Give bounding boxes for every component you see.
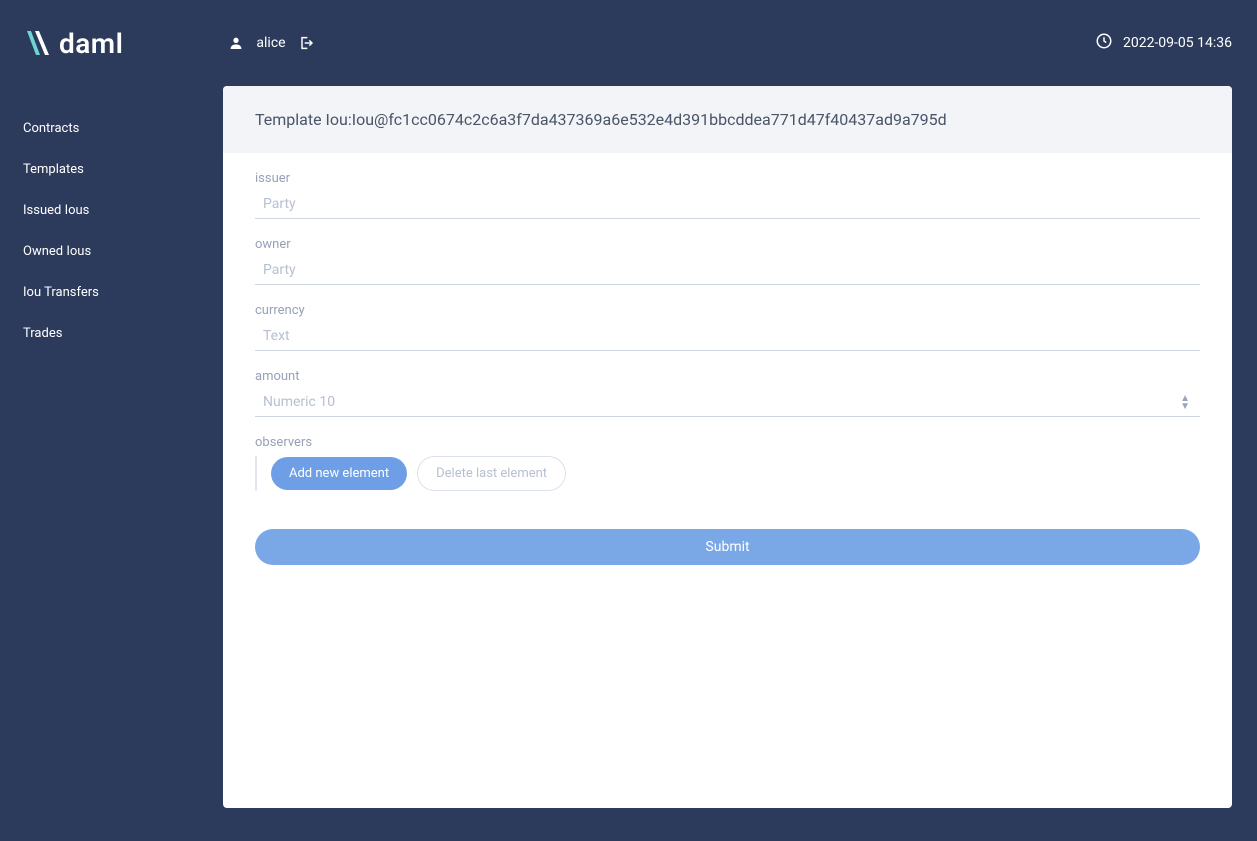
- sidebar-item-label: Iou Transfers: [23, 285, 99, 300]
- sidebar: Contracts Templates Issued Ious Owned Io…: [0, 86, 223, 841]
- owner-input[interactable]: [255, 256, 1200, 285]
- sidebar-item-label: Templates: [23, 162, 84, 177]
- field-label-amount: amount: [255, 369, 1200, 384]
- logo-icon: [25, 29, 49, 57]
- add-element-button[interactable]: Add new element: [271, 457, 407, 490]
- user-area: alice: [228, 35, 313, 51]
- field-amount: amount ▲ ▼: [255, 369, 1200, 417]
- field-observers: observers Add new element Delete last el…: [255, 435, 1200, 491]
- field-label-currency: currency: [255, 303, 1200, 318]
- sidebar-item-label: Issued Ious: [23, 203, 89, 218]
- sidebar-item-owned-ious[interactable]: Owned Ious: [0, 231, 223, 272]
- template-form: issuer owner currency amount: [223, 153, 1232, 583]
- currency-input[interactable]: [255, 322, 1200, 351]
- username-label: alice: [256, 35, 285, 51]
- amount-spinner[interactable]: ▲ ▼: [1180, 395, 1190, 411]
- clock-icon: [1095, 32, 1113, 54]
- field-label-issuer: issuer: [255, 171, 1200, 186]
- field-currency: currency: [255, 303, 1200, 351]
- sidebar-item-label: Trades: [23, 326, 62, 341]
- sidebar-item-templates[interactable]: Templates: [0, 149, 223, 190]
- panel-title: Template Iou:Iou@fc1cc0674c2c6a3f7da4373…: [223, 86, 1232, 153]
- observers-actions: Add new element Delete last element: [255, 456, 1200, 491]
- logout-icon[interactable]: [298, 35, 314, 51]
- delete-element-button[interactable]: Delete last element: [417, 456, 566, 491]
- sidebar-item-issued-ious[interactable]: Issued Ious: [0, 190, 223, 231]
- chevron-down-icon[interactable]: ▼: [1180, 403, 1190, 411]
- timestamp-label: 2022-09-05 14:36: [1123, 35, 1232, 51]
- logo-text: daml: [59, 27, 123, 60]
- issuer-input[interactable]: [255, 190, 1200, 219]
- app-header: daml alice: [0, 0, 1257, 86]
- user-icon: [228, 35, 244, 51]
- field-issuer: issuer: [255, 171, 1200, 219]
- main-panel: Template Iou:Iou@fc1cc0674c2c6a3f7da4373…: [223, 86, 1232, 808]
- sidebar-item-iou-transfers[interactable]: Iou Transfers: [0, 272, 223, 313]
- header-right: 2022-09-05 14:36: [1095, 32, 1232, 54]
- field-label-observers: observers: [255, 435, 1200, 450]
- submit-button[interactable]: Submit: [255, 529, 1200, 565]
- header-left: daml alice: [25, 27, 314, 60]
- sidebar-item-label: Owned Ious: [23, 244, 91, 259]
- field-owner: owner: [255, 237, 1200, 285]
- field-label-owner: owner: [255, 237, 1200, 252]
- sidebar-item-label: Contracts: [23, 121, 79, 136]
- logo: daml: [25, 27, 123, 60]
- sidebar-item-trades[interactable]: Trades: [0, 313, 223, 354]
- sidebar-item-contracts[interactable]: Contracts: [0, 108, 223, 149]
- amount-input[interactable]: [255, 388, 1200, 417]
